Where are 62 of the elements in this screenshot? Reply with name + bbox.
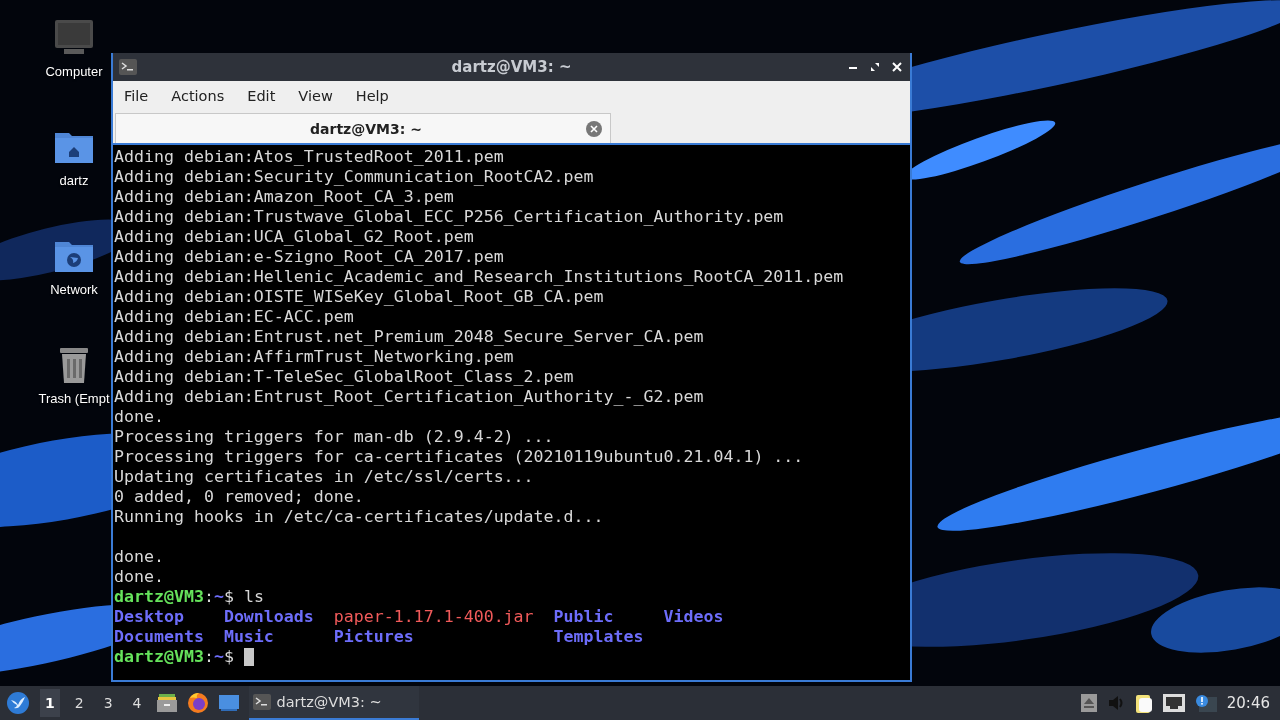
- terminal-line: Adding debian:Entrust.net_Premium_2048_Secure_Server_CA.pem: [114, 327, 705, 347]
- bird-logo-icon[interactable]: [6, 691, 30, 715]
- terminal-line: Adding debian:Entrust_Root_Certification_Authority_-_G2.pem: [114, 387, 705, 407]
- terminal-line: 0 added, 0 removed; done.: [114, 487, 365, 507]
- workspace-button[interactable]: 3: [98, 689, 118, 717]
- close-icon[interactable]: [892, 62, 902, 72]
- terminal-line: Adding debian:Security_Communication_RootCA2.pem: [114, 167, 595, 187]
- menu-item[interactable]: Help: [348, 84, 396, 108]
- desktop-icon-label[interactable]: dartz: [59, 173, 89, 188]
- menu-item[interactable]: Edit: [240, 84, 283, 108]
- terminal-icon: [252, 694, 271, 710]
- directory-name: Documents: [114, 627, 204, 647]
- terminal-tab[interactable]: dartz@VM3: ~: [115, 113, 611, 143]
- directory-name: Downloads: [223, 607, 314, 627]
- terminal-line: Adding debian:OISTE_WISeKey_Global_Root_GB_CA.pem: [114, 287, 605, 307]
- directory-name: Public: [553, 607, 614, 627]
- shell-prompt: dartz@VM3:~$: [114, 647, 234, 667]
- directory-name: Templates: [553, 627, 644, 647]
- terminal-line: done.: [114, 407, 165, 427]
- menu-item[interactable]: View: [291, 84, 340, 108]
- taskbar-window-button[interactable]: dartz@VM3: ~: [248, 686, 419, 720]
- terminal-line: Processing triggers for man-db (2.9.4-2) ...: [114, 427, 555, 447]
- shell-prompt: dartz@VM3:~$ ls: [114, 587, 264, 607]
- window-title: dartz@VM3: ~: [451, 58, 572, 76]
- directory-name: Music: [223, 627, 274, 647]
- close-tab-icon[interactable]: [586, 120, 602, 137]
- desktop-icon-label[interactable]: Network: [50, 282, 98, 297]
- menu-item[interactable]: Actions: [164, 84, 232, 108]
- maximize-icon[interactable]: [870, 62, 880, 72]
- terminal-line: Adding debian:Trustwave_Global_ECC_P256_Certification_Authority.pem: [114, 207, 785, 227]
- terminal-line: Adding debian:Amazon_Root_CA_3.pem: [114, 187, 455, 207]
- desktop-icon[interactable]: [218, 695, 239, 711]
- browser-icon[interactable]: [186, 692, 209, 714]
- terminal-line: Adding debian:e-Szigno_Root_CA_2017.pem: [114, 247, 505, 267]
- terminal-line: Adding debian:UCA_Global_G2_Root.pem: [114, 227, 475, 247]
- terminal-line: done.: [114, 547, 165, 567]
- desktop-icon-label[interactable]: Trash (Empt: [38, 391, 110, 406]
- directory-name: Pictures: [333, 627, 414, 647]
- terminal-line: Running hooks in /etc/ca-certificates/update.d...: [114, 507, 605, 527]
- directory-name: Desktop: [114, 607, 184, 627]
- directory-name: Videos: [663, 607, 724, 627]
- terminal-icon: [119, 59, 137, 75]
- desktop-icon-label[interactable]: Computer: [45, 64, 103, 79]
- menu-item[interactable]: File: [117, 84, 156, 108]
- terminal-line: Adding debian:AffirmTrust_Networking.pem: [114, 347, 515, 367]
- file-name: paper-1.17.1-400.jar: [333, 607, 534, 627]
- terminal-line: Processing triggers for ca-certificates (20210119ubuntu0.21.04.1) ...: [114, 447, 805, 467]
- terminal-line: Adding debian:EC-ACC.pem: [114, 307, 355, 327]
- workspace-button[interactable]: 2: [69, 689, 89, 717]
- file-cabinet-icon[interactable]: [156, 694, 177, 712]
- terminal-line: Updating certificates in /etc/ssl/certs...: [114, 467, 535, 487]
- terminal-line: Adding debian:Hellenic_Academic_and_Research_Institutions_RootCA_2011.pem: [114, 267, 845, 287]
- clock[interactable]: 20:46: [1226, 694, 1274, 712]
- notification-icon[interactable]: [1194, 694, 1217, 712]
- terminal-line: Adding debian:Atos_TrustedRoot_2011.pem: [114, 147, 505, 167]
- eject-icon[interactable]: [1080, 694, 1097, 712]
- workspace-button[interactable]: 4: [127, 689, 147, 717]
- terminal-line: done.: [114, 567, 165, 587]
- network-port-icon[interactable]: [1162, 694, 1185, 712]
- terminal-line: Adding debian:T-TeleSec_GlobalRoot_Class_2.pem: [114, 367, 575, 387]
- clipboard-icon[interactable]: [1134, 693, 1153, 713]
- workspace-button[interactable]: 1: [40, 689, 60, 717]
